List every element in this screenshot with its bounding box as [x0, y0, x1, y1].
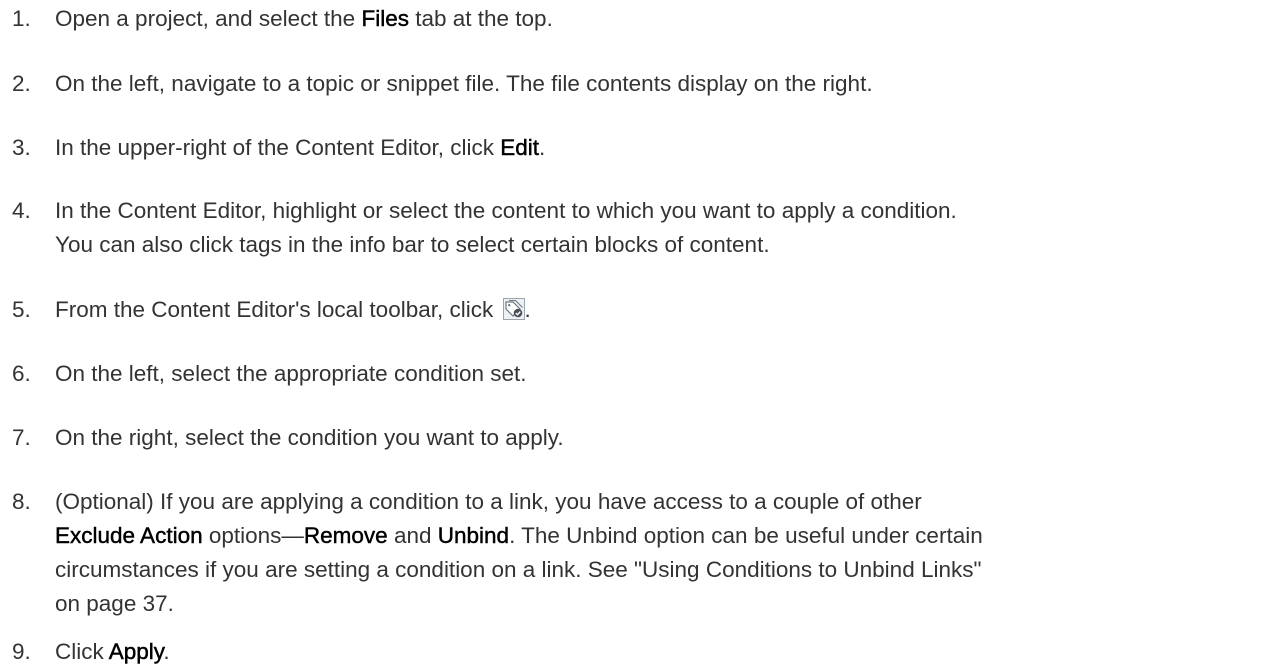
step-text-part: . [163, 639, 170, 664]
step-text: Click Apply. [55, 635, 1280, 669]
step-9: 9. Click Apply. [0, 635, 1286, 669]
apply-term: Apply [108, 639, 164, 664]
step-number: 8. [12, 489, 31, 514]
step-number: 3. [12, 135, 31, 160]
step-text: (Optional) If you are applying a conditi… [55, 485, 1280, 621]
step-number: 7. [12, 425, 31, 450]
step-text-part: . [539, 135, 546, 160]
step-4: 4. In the Content Editor, highlight or s… [0, 194, 1286, 262]
step-text-part: From the Content Editor's local toolbar,… [55, 297, 500, 322]
step-text-part: tab at the top. [408, 6, 553, 31]
step-5: 5. From the Content Editor's local toolb… [0, 293, 1286, 327]
step-text: In the upper-right of the Content Editor… [55, 131, 1280, 165]
step-text-line: on page 37. [55, 591, 174, 616]
step-text-part: options— [202, 523, 304, 548]
files-tab-term: Files [361, 6, 409, 31]
condition-tag-icon [502, 298, 525, 320]
step-text: On the right, select the condition you w… [55, 425, 564, 450]
step-text: On the left, navigate to a topic or snip… [55, 71, 873, 96]
step-text-part: . [524, 297, 531, 322]
step-text: On the left, select the appropriate cond… [55, 361, 527, 386]
step-text-line: In the Content Editor, highlight or sele… [55, 198, 957, 223]
step-number: 5. [12, 297, 31, 322]
remove-term: Remove [303, 523, 388, 548]
step-8: 8. (Optional) If you are applying a cond… [0, 485, 1286, 621]
step-text: Open a project, and select the Files tab… [55, 2, 1280, 36]
step-text: From the Content Editor's local toolbar,… [55, 293, 1280, 327]
unbind-term: Unbind [437, 523, 510, 548]
step-3: 3. In the upper-right of the Content Edi… [0, 131, 1286, 165]
step-text: In the Content Editor, highlight or sele… [55, 194, 1280, 262]
step-1: 1. Open a project, and select the Files … [0, 2, 1286, 36]
step-text-part: In the upper-right of the Content Editor… [55, 135, 501, 160]
step-text-line: circumstances if you are setting a condi… [55, 557, 982, 582]
step-2: 2. On the left, navigate to a topic or s… [0, 67, 1286, 101]
step-7: 7. On the right, select the condition yo… [0, 421, 1286, 455]
step-text-line: (Optional) If you are applying a conditi… [55, 489, 922, 514]
edit-term: Edit [500, 135, 540, 160]
step-number: 6. [12, 361, 31, 386]
step-6: 6. On the left, select the appropriate c… [0, 357, 1286, 391]
step-text-part: and [387, 523, 438, 548]
exclude-action-term: Exclude Action [55, 523, 203, 548]
step-number: 4. [12, 198, 31, 223]
step-number: 2. [12, 71, 31, 96]
step-text-part: Open a project, and select the [55, 6, 362, 31]
step-number: 1. [12, 6, 31, 31]
procedure-steps: 1. Open a project, and select the Files … [0, 0, 1286, 671]
step-text-line: You can also click tags in the info bar … [55, 232, 770, 257]
step-number: 9. [12, 639, 31, 664]
step-text-part: Click [55, 639, 109, 664]
step-text-part: . The Unbind option can be useful under … [509, 523, 983, 548]
